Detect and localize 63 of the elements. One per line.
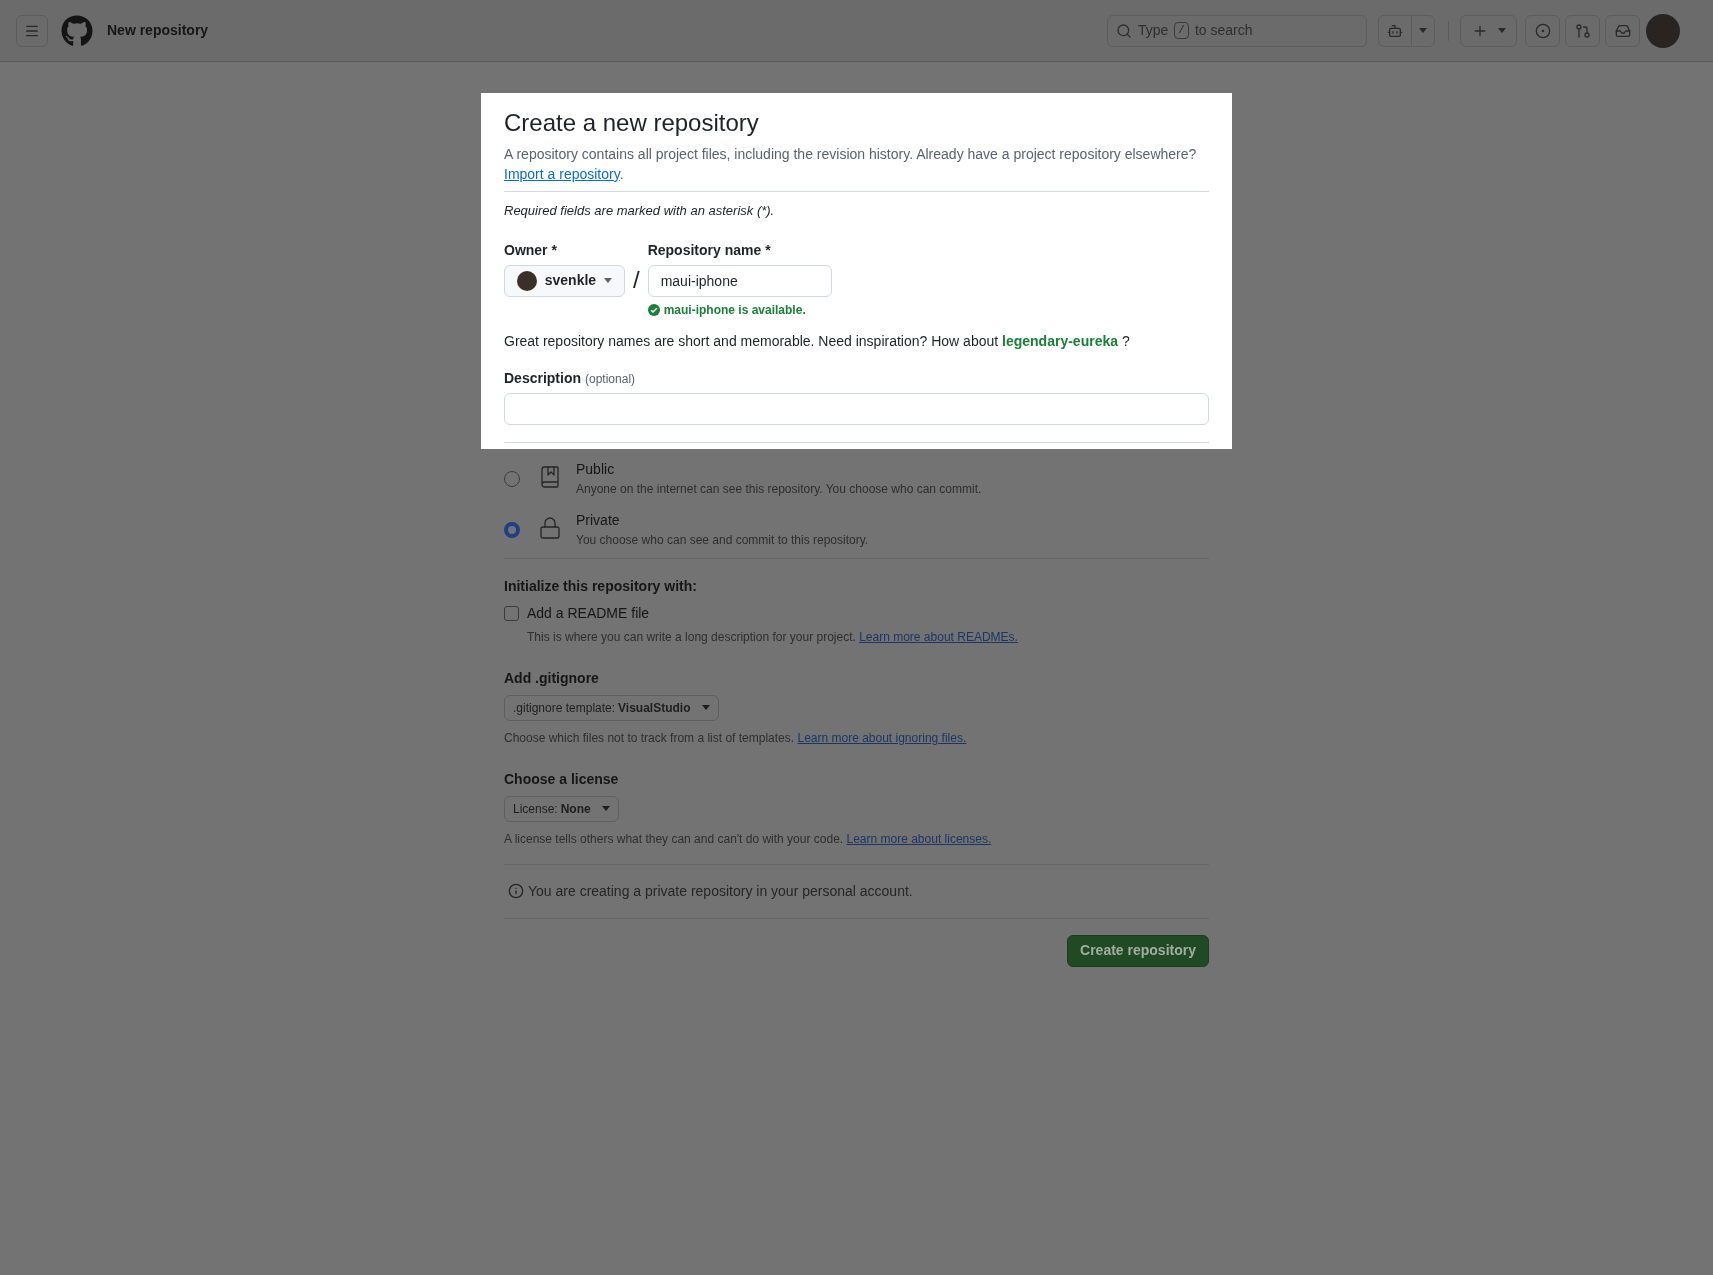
readme-checkbox[interactable] bbox=[504, 605, 519, 621]
lock-icon bbox=[538, 515, 562, 540]
pull-request-icon bbox=[1574, 22, 1591, 39]
copilot-icon bbox=[1387, 22, 1403, 39]
caret-icon bbox=[1419, 28, 1427, 33]
search-icon bbox=[1116, 22, 1132, 39]
help-text: Choose which files not to track from a list of templates. bbox=[504, 730, 795, 745]
repository-name-field[interactable]: maui-iphone bbox=[647, 264, 832, 297]
caret-icon bbox=[1497, 28, 1506, 33]
search-hint: to search bbox=[1194, 21, 1253, 40]
punctuation: ? bbox=[1121, 332, 1130, 349]
help-link[interactable]: Learn more about licenses. bbox=[846, 831, 992, 846]
field-label: Owner * bbox=[504, 240, 558, 260]
create-menu-button[interactable] bbox=[1460, 14, 1517, 47]
section-heading: Initialize this repository with: bbox=[504, 576, 698, 596]
create-repository-button[interactable]: Create repository bbox=[1067, 934, 1209, 967]
notice-text: You are creating a private repository in your personal account. bbox=[528, 881, 913, 901]
template-dropdown[interactable]: License: None bbox=[504, 795, 619, 822]
page-heading: Create a new repository bbox=[504, 108, 760, 138]
help-link[interactable]: Learn more about READMEs. bbox=[859, 629, 1018, 644]
avatar[interactable] bbox=[1646, 13, 1680, 48]
checkbox-label: Add a README file bbox=[527, 603, 650, 623]
info-icon bbox=[508, 883, 524, 899]
field-label: Description bbox=[504, 368, 581, 388]
help-link[interactable]: Learn more about ignoring files. bbox=[797, 730, 967, 745]
logo-icon[interactable] bbox=[61, 14, 93, 47]
option-label: Private bbox=[576, 510, 621, 530]
field-label: Repository name * bbox=[647, 240, 772, 260]
repository-icon bbox=[538, 464, 562, 489]
owner-dropdown[interactable]: svenkle bbox=[504, 264, 625, 297]
issue-icon bbox=[1534, 22, 1551, 39]
radio-button[interactable] bbox=[504, 521, 520, 538]
template-dropdown[interactable]: .gitignore template: VisualStudio bbox=[504, 694, 719, 721]
help-text: This is where you can write a long description for your project. bbox=[527, 629, 856, 644]
key-hint: / bbox=[1174, 22, 1189, 39]
search-field[interactable]: Type / to search bbox=[1107, 14, 1367, 47]
help-text: A license tells others what they can and can't do with your code. bbox=[504, 831, 844, 846]
section-heading: Choose a license bbox=[504, 769, 620, 789]
check-circle-icon bbox=[647, 303, 660, 316]
owner-avatar bbox=[517, 270, 537, 291]
option-label: Public bbox=[576, 459, 616, 479]
menu-button[interactable] bbox=[16, 14, 48, 47]
search-hint: Type bbox=[1138, 21, 1169, 40]
issues-button[interactable] bbox=[1525, 14, 1560, 47]
page-title: New repository bbox=[107, 21, 209, 40]
option-description: Anyone on the internet can see this repository. You choose who can commit. bbox=[576, 480, 982, 498]
caret-icon bbox=[701, 705, 710, 710]
optional-hint: (optional) bbox=[585, 370, 636, 388]
import-link[interactable]: Import a repository bbox=[504, 166, 620, 182]
intro-text: A repository contains all project files, including the revision history. Already have a project repository elsewhere? bbox=[504, 146, 1197, 162]
suggested-name-link[interactable]: legendary-eureka bbox=[1002, 332, 1118, 349]
pull-requests-button[interactable] bbox=[1565, 14, 1600, 47]
description-field[interactable] bbox=[504, 392, 1209, 425]
required-note: Required fields are marked with an asterisk (*). bbox=[504, 202, 776, 220]
option-description: You choose who can see and commit to this repository. bbox=[576, 531, 869, 549]
suggestion-text: Great repository names are short and memorable. Need inspiration? How about bbox=[504, 332, 999, 349]
section-heading: Add .gitignore bbox=[504, 668, 600, 688]
inbox-icon bbox=[1614, 22, 1631, 39]
caret-icon bbox=[601, 806, 610, 811]
availability-status: maui-iphone is available. bbox=[663, 301, 806, 319]
caret-icon bbox=[604, 278, 612, 283]
inbox-button[interactable] bbox=[1605, 14, 1640, 47]
path-separator: / bbox=[633, 264, 640, 295]
